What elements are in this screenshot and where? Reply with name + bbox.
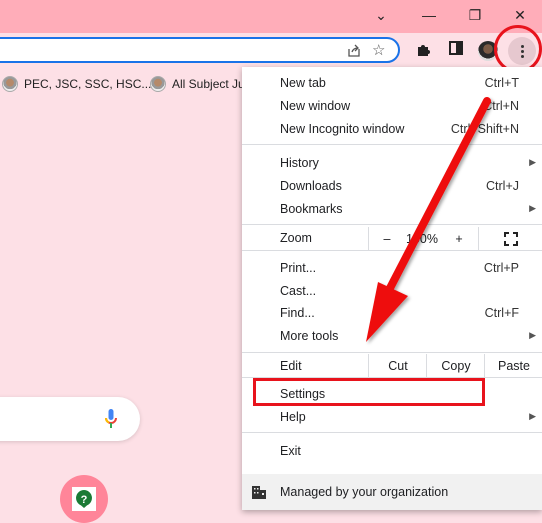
red-arrow-annotation xyxy=(366,97,491,342)
annotation-overlay xyxy=(366,97,491,342)
